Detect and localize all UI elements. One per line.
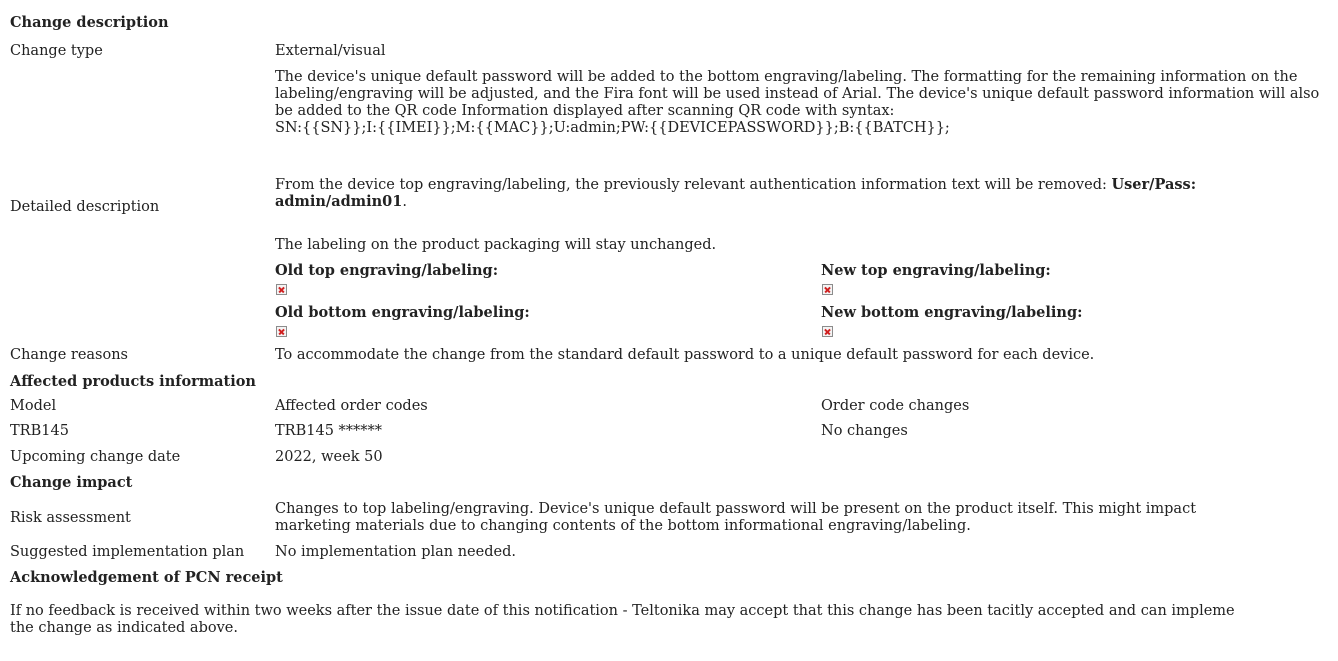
- change-reasons-label: Change reasons: [10, 347, 128, 363]
- detailed-description-paragraph-3: The labeling on the product packaging wi…: [275, 237, 717, 253]
- old-bottom-label: Old bottom engraving/labeling:: [275, 304, 530, 321]
- broken-image-icon: [276, 326, 287, 337]
- risk-assessment-label: Risk assessment: [10, 510, 131, 526]
- section-heading-affected-products: Affected products information: [10, 373, 256, 390]
- table-cell-order-codes: TRB145 ******: [275, 423, 383, 439]
- detailed-description-label: Detailed description: [10, 199, 160, 215]
- qr-syntax-text: SN:{{SN}};I:{{IMEI}};M:{{MAC}};U:admin;P…: [275, 120, 950, 136]
- change-type-label: Change type: [10, 43, 103, 59]
- broken-image-icon: [276, 284, 287, 295]
- broken-image-icon: [822, 284, 833, 295]
- paragraph-2-text: From the device top engraving/labeling, …: [275, 177, 1112, 193]
- paragraph-2-bold-user-pass: User/Pass:: [1111, 176, 1197, 193]
- risk-assessment-line-1: Changes to top labeling/engraving. Devic…: [275, 501, 1197, 517]
- detailed-description-paragraph-2-line-2: admin/admin01.: [275, 193, 407, 211]
- upcoming-change-date-value: 2022, week 50: [275, 449, 383, 465]
- risk-assessment-line-2: marketing materials due to changing cont…: [275, 518, 971, 534]
- table-header-affected-order-codes: Affected order codes: [275, 398, 428, 414]
- table-cell-order-code-changes: No changes: [821, 423, 908, 439]
- section-heading-change-impact: Change impact: [10, 474, 133, 491]
- paragraph-2-end: .: [402, 194, 407, 210]
- old-top-label: Old top engraving/labeling:: [275, 262, 499, 279]
- detailed-description-paragraph-2: From the device top engraving/labeling, …: [275, 176, 1196, 194]
- acknowledgement-line-2: the change as indicated above.: [10, 620, 238, 636]
- new-bottom-label: New bottom engraving/labeling:: [821, 304, 1083, 321]
- change-reasons-value: To accommodate the change from the stand…: [275, 347, 1095, 363]
- table-header-order-code-changes: Order code changes: [821, 398, 970, 414]
- detailed-description-paragraph-1: The device's unique default password wil…: [275, 69, 1320, 119]
- implementation-plan-value: No implementation plan needed.: [275, 544, 516, 560]
- paragraph-2-bold-credentials: admin/admin01: [275, 193, 403, 210]
- implementation-plan-label: Suggested implementation plan: [10, 544, 245, 560]
- new-top-label: New top engraving/labeling:: [821, 262, 1051, 279]
- section-heading-acknowledgement: Acknowledgement of PCN receipt: [10, 569, 283, 586]
- acknowledgement-line-1: If no feedback is received within two we…: [10, 603, 1235, 619]
- table-header-model: Model: [10, 398, 57, 414]
- change-type-value: External/visual: [275, 43, 386, 59]
- broken-image-icon: [822, 326, 833, 337]
- section-heading-change-description: Change description: [10, 14, 169, 31]
- upcoming-change-date-label: Upcoming change date: [10, 449, 181, 465]
- table-cell-model: TRB145: [10, 423, 69, 439]
